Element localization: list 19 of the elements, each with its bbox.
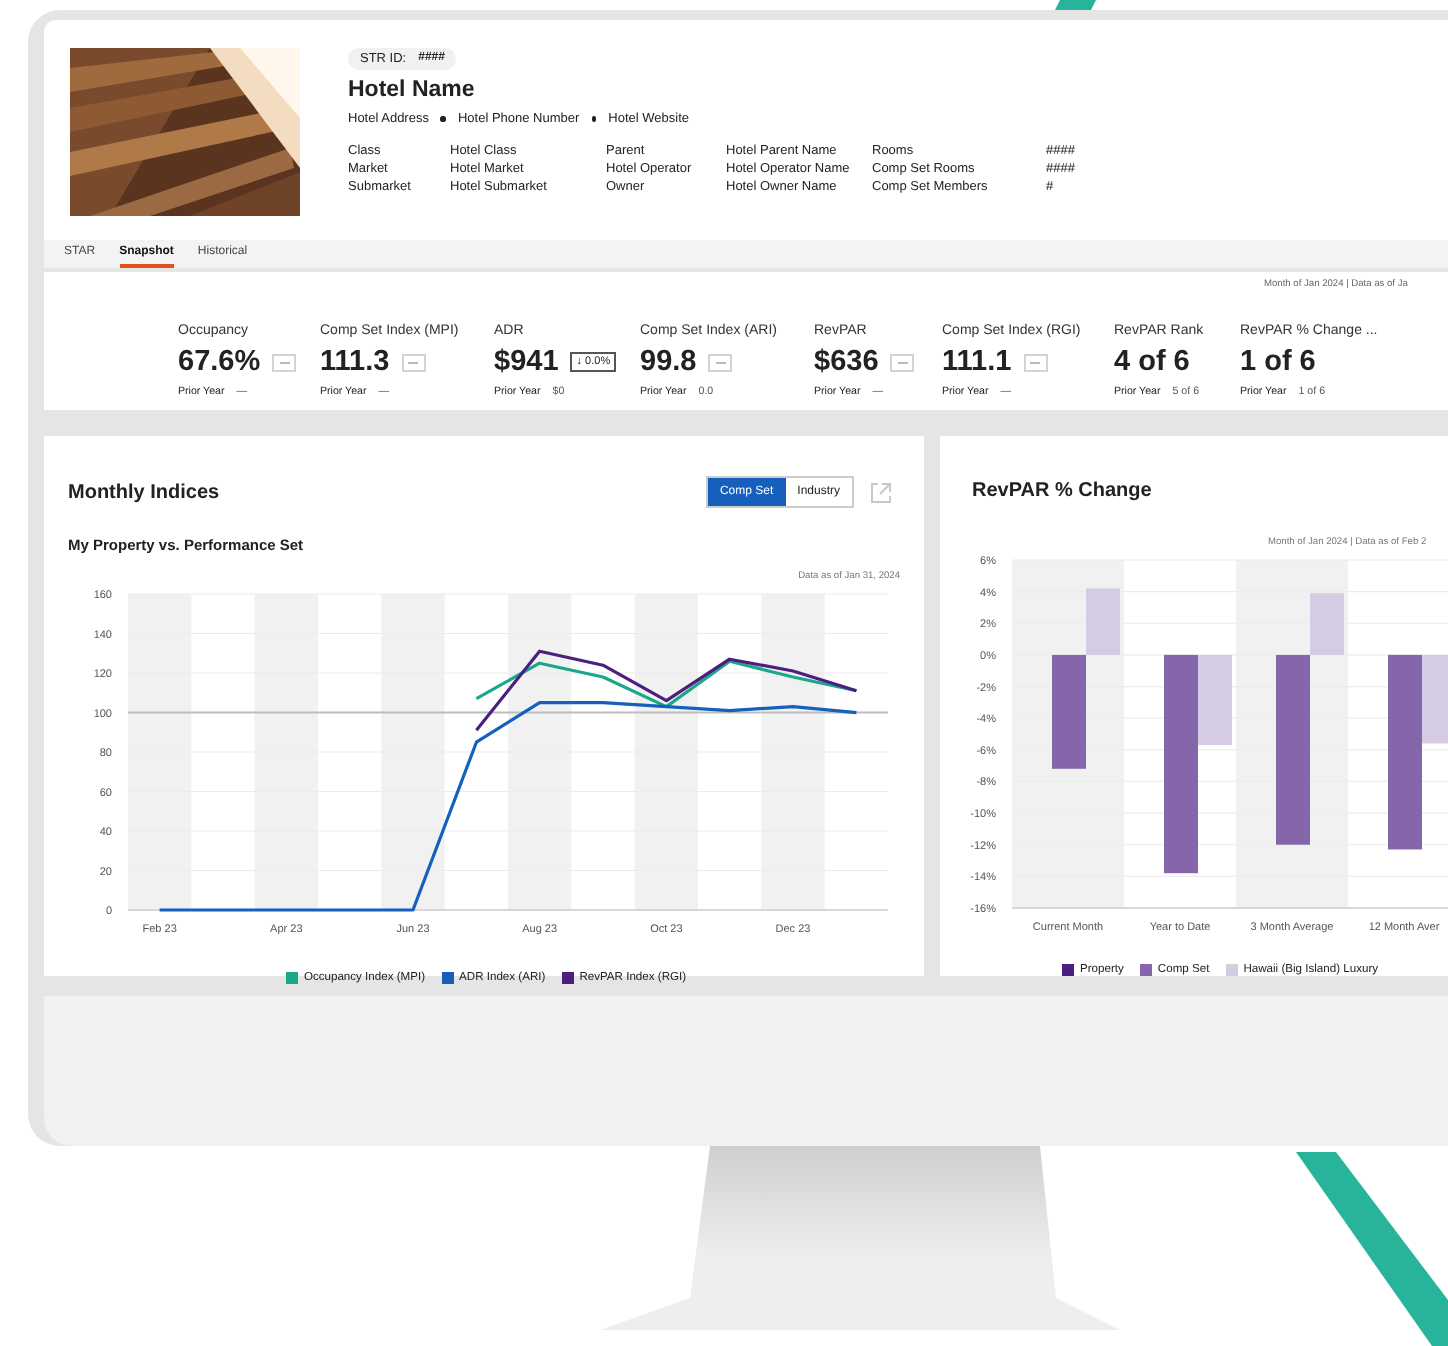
metric-value: 111.1 <box>942 346 1012 378</box>
metric-value: 99.8 <box>640 346 697 378</box>
trend-badge <box>708 353 733 371</box>
bullet-icon <box>591 116 597 122</box>
metric-value: 111.3 <box>320 346 390 378</box>
metric-value: $636 <box>814 346 879 378</box>
hotel-name: Hotel Name <box>348 78 477 102</box>
external-link-icon[interactable] <box>870 481 892 503</box>
panel-title: RevPAR % Change <box>972 480 1154 502</box>
trend-badge <box>401 353 426 371</box>
bullet-icon <box>440 116 446 122</box>
metric-value: $941 <box>494 346 559 378</box>
trend-badge <box>890 353 915 371</box>
panel-title: Monthly Indices <box>68 481 222 503</box>
trend-badge <box>1023 353 1048 371</box>
metric-value: 4 of 6 <box>1114 346 1190 378</box>
metric-value: 1 of 6 <box>1240 346 1316 378</box>
trend-badge <box>272 353 297 371</box>
metric-value: 67.6% <box>178 346 261 378</box>
